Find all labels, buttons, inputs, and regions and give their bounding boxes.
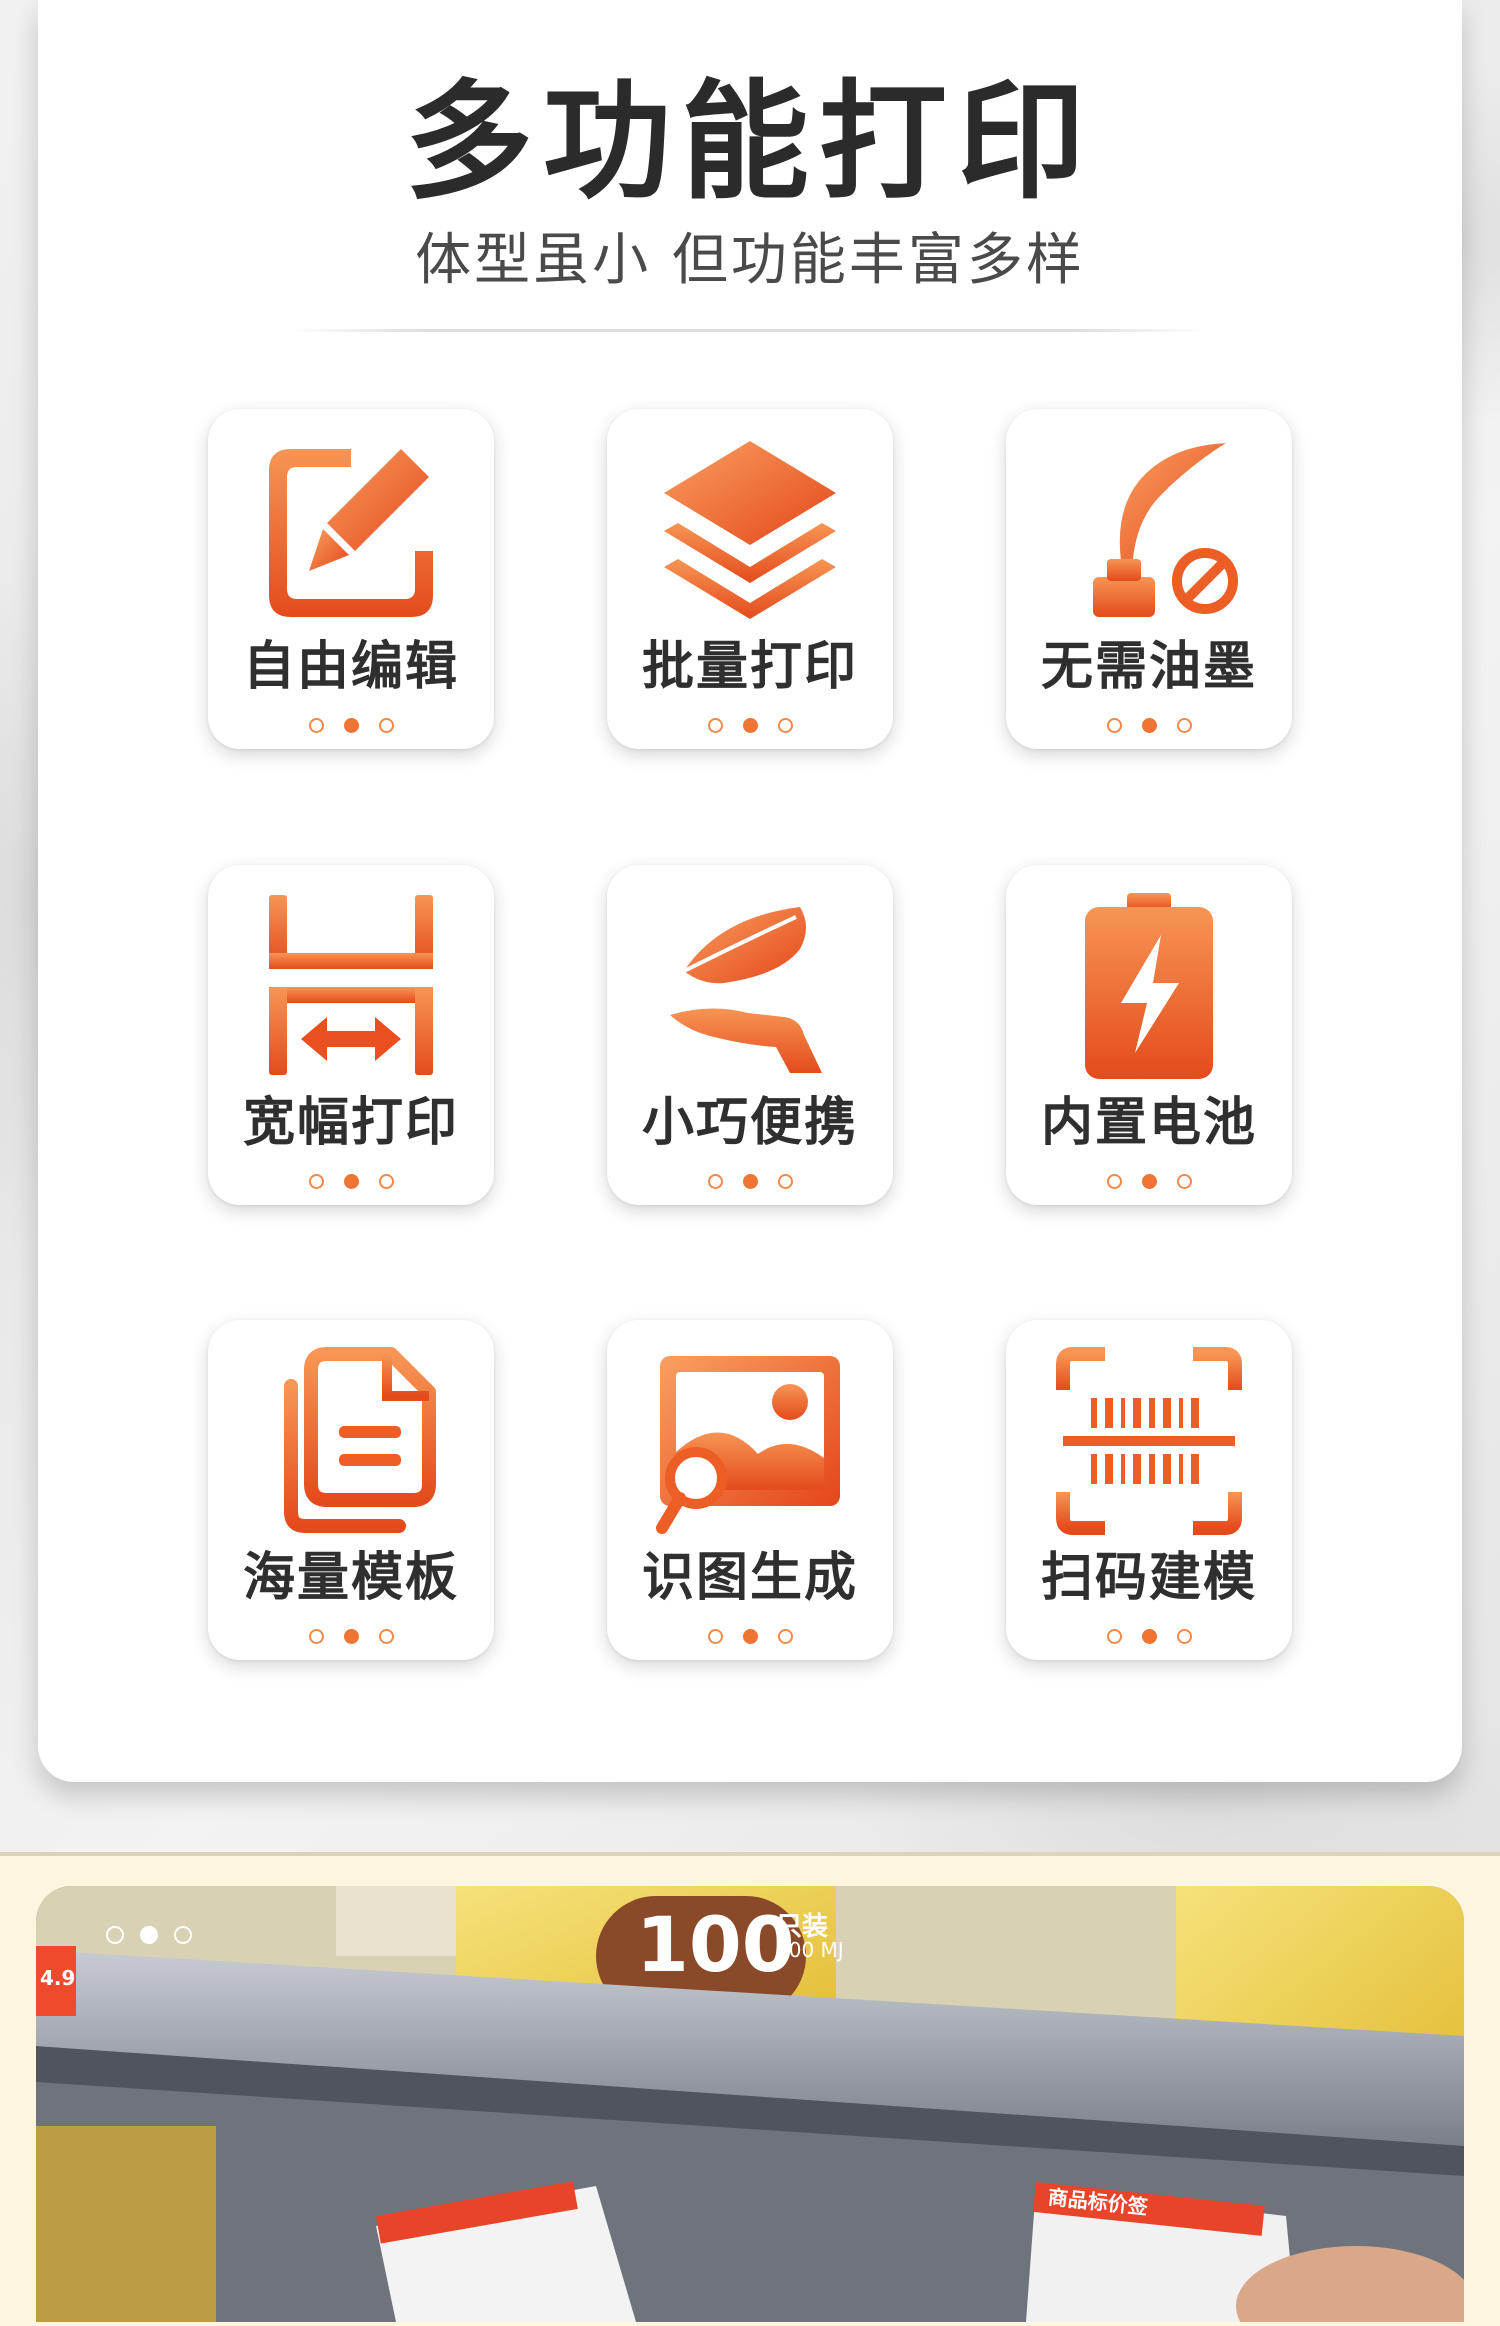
tile-dots bbox=[607, 1171, 893, 1189]
feature-hand-icon bbox=[670, 907, 822, 1073]
feature-label: 宽幅打印 bbox=[242, 1093, 459, 1153]
page-title: 多功能打印 bbox=[404, 68, 1095, 217]
feature-label: 海量模板 bbox=[242, 1548, 459, 1608]
tile-dots bbox=[1006, 1626, 1292, 1644]
feature-tile-barcode-scan[interactable]: 扫码建模 bbox=[1006, 1320, 1292, 1660]
layers-stack-icon bbox=[664, 441, 836, 619]
carousel-dot-active[interactable] bbox=[140, 1925, 158, 1944]
feature-label: 无需油墨 bbox=[1040, 637, 1257, 697]
templates-documents-icon bbox=[284, 1347, 436, 1533]
feature-label: 小巧便携 bbox=[641, 1093, 858, 1153]
feature-label: 内置电池 bbox=[1040, 1093, 1257, 1153]
tile-dots bbox=[1006, 715, 1292, 733]
shelf-photo: 100 只装 200 MJ 商品标价签 4.9 bbox=[36, 1886, 1464, 2322]
feature-tile-no-ink[interactable]: 无需油墨 bbox=[1006, 409, 1292, 749]
carousel-dot[interactable] bbox=[174, 1925, 192, 1944]
feature-tile-templates[interactable]: 海量模板 bbox=[208, 1320, 494, 1660]
carousel-dot[interactable] bbox=[106, 1925, 124, 1944]
tile-dots bbox=[607, 1626, 893, 1644]
battery-charging-icon bbox=[1085, 893, 1213, 1079]
feature-label: 自由编辑 bbox=[242, 637, 459, 697]
tile-dots bbox=[607, 715, 893, 733]
bag-sub: 200 MJ bbox=[776, 1938, 844, 1962]
feature-tile-wide-print[interactable]: 宽幅打印 bbox=[208, 865, 494, 1205]
tile-dots bbox=[208, 715, 494, 733]
image-recognition-icon bbox=[656, 1356, 840, 1534]
barcode-scan-icon bbox=[1056, 1347, 1242, 1535]
feature-label: 识图生成 bbox=[641, 1548, 858, 1608]
carousel-dots[interactable] bbox=[98, 1924, 200, 1944]
tile-dots bbox=[208, 1626, 494, 1644]
title-divider bbox=[292, 329, 1206, 332]
wide-width-icon bbox=[269, 895, 433, 1075]
no-ink-quill-icon bbox=[1093, 441, 1238, 617]
page-subtitle: 体型虽小 但功能丰富多样 bbox=[415, 228, 1085, 293]
bag-number: 100 bbox=[636, 1900, 795, 1989]
tile-dots bbox=[1006, 1171, 1292, 1189]
feature-tile-portable[interactable]: 小巧便携 bbox=[607, 865, 893, 1205]
feature-tile-batch-print[interactable]: 批量打印 bbox=[607, 409, 893, 749]
feature-tile-image-recognition[interactable]: 识图生成 bbox=[607, 1320, 893, 1660]
feature-tile-edit[interactable]: 自由编辑 bbox=[208, 409, 494, 749]
feature-label: 批量打印 bbox=[641, 637, 858, 697]
edit-pencil-icon bbox=[269, 449, 433, 617]
feature-tile-battery[interactable]: 内置电池 bbox=[1006, 865, 1292, 1205]
tile-dots bbox=[208, 1171, 494, 1189]
price-tag-left: 4.9 bbox=[40, 1966, 76, 1990]
feature-label: 扫码建模 bbox=[1040, 1548, 1257, 1608]
